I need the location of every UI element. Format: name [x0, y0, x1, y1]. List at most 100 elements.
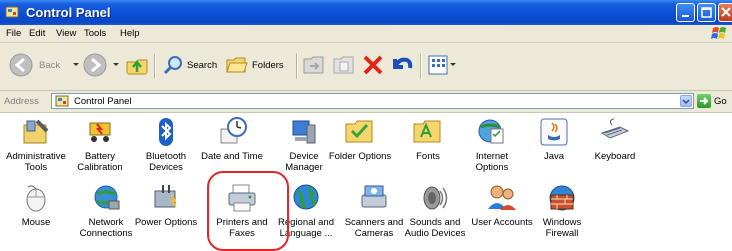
control-panel-item-sounds-and-audio-devices[interactable]: Sounds and Audio Devices: [403, 181, 467, 239]
control-panel-icon: [55, 95, 69, 107]
java-icon: [540, 118, 568, 146]
item-label-line2: Options: [475, 162, 509, 173]
minimize-button[interactable]: [676, 3, 695, 22]
control-panel-item-date-and-time[interactable]: Date and Time: [200, 115, 264, 162]
go-label[interactable]: Go: [714, 96, 727, 107]
keyboard-icon: [600, 118, 630, 139]
item-label-line2: Firewall: [545, 228, 579, 239]
item-label: Battery: [84, 151, 116, 162]
folders-icon: [226, 57, 248, 73]
views-icon[interactable]: [428, 55, 448, 75]
back-history-caret[interactable]: [73, 63, 79, 66]
item-label: Network: [88, 217, 124, 228]
menu-edit[interactable]: Edit: [29, 28, 45, 39]
move-to-icon[interactable]: [302, 54, 326, 76]
back-button[interactable]: Back: [6, 51, 66, 81]
search-button[interactable]: Search: [160, 51, 224, 81]
battery-icon: [89, 122, 111, 142]
highlight-annotation: [207, 171, 289, 251]
control-panel-item-device-manager[interactable]: Device Manager: [272, 115, 336, 173]
fonts-folder-icon: [413, 120, 441, 143]
item-label: User Accounts: [471, 217, 533, 228]
undo-icon[interactable]: [390, 53, 414, 77]
control-panel-item-folder-options[interactable]: Folder Options: [328, 115, 392, 162]
item-label-line2: Connections: [79, 228, 133, 239]
up-folder-icon[interactable]: [124, 52, 150, 78]
control-panel-item-power-options[interactable]: Power Options: [134, 181, 198, 228]
menu-view[interactable]: View: [56, 28, 76, 39]
speaker-icon: [423, 186, 448, 210]
control-panel-item-keyboard[interactable]: Keyboard: [583, 115, 647, 162]
globe-icon: [293, 184, 319, 210]
menu-help[interactable]: Help: [120, 28, 140, 39]
forward-arrow-icon[interactable]: [82, 52, 108, 78]
address-label: Address: [4, 96, 39, 107]
device-manager-icon: [292, 120, 316, 144]
power-options-icon: [154, 185, 177, 208]
toolbar-separator: [296, 53, 298, 79]
toolbar-separator: [420, 53, 422, 79]
menu-tools[interactable]: Tools: [84, 28, 106, 39]
forward-history-caret[interactable]: [113, 63, 119, 66]
address-input[interactable]: Control Panel: [51, 93, 694, 109]
clock-icon: [220, 117, 247, 144]
item-label: Folder Options: [328, 151, 392, 162]
control-panel-item-user-accounts[interactable]: User Accounts: [470, 181, 534, 228]
toolbar: Back Search Folders: [0, 43, 732, 91]
control-panel-item-windows-firewall[interactable]: Windows Firewall: [530, 181, 594, 239]
back-label: Back: [39, 60, 61, 71]
item-label: Scanners and: [344, 217, 404, 228]
delete-icon[interactable]: [362, 54, 384, 76]
copy-to-icon[interactable]: [332, 54, 356, 76]
search-icon: [163, 56, 182, 75]
item-label: Administrative: [6, 151, 66, 162]
internet-options-icon: [478, 119, 504, 144]
maximize-button[interactable]: [697, 3, 716, 22]
scanner-icon: [361, 185, 387, 208]
folders-label: Folders: [252, 60, 284, 71]
control-panel-item-bluetooth-devices[interactable]: Bluetooth Devices: [134, 115, 198, 173]
item-label: Date and Time: [201, 151, 263, 162]
control-panel-item-network-connections[interactable]: Network Connections: [74, 181, 138, 239]
item-label: Windows: [542, 217, 582, 228]
item-label-line2: Cameras: [354, 228, 394, 239]
control-panel-item-java[interactable]: Java: [522, 115, 586, 162]
folder-options-icon: [345, 120, 373, 143]
item-label-line2: Tools: [24, 162, 48, 173]
control-panel-item-administrative-tools[interactable]: Administrative Tools: [4, 115, 68, 173]
item-label: Power Options: [134, 217, 198, 228]
item-label: Internet: [475, 151, 509, 162]
views-caret[interactable]: [450, 63, 456, 66]
title-bar: Control Panel: [0, 0, 732, 25]
control-panel-icon: [5, 6, 19, 18]
search-label: Search: [187, 60, 218, 71]
bluetooth-icon: [159, 118, 173, 146]
control-panel-item-battery-calibration[interactable]: Battery Calibration: [68, 115, 132, 173]
item-label: Sounds and: [409, 217, 461, 228]
close-button[interactable]: [718, 3, 732, 22]
window-title: Control Panel: [26, 5, 111, 20]
control-panel-item-mouse[interactable]: Mouse: [4, 181, 68, 228]
users-icon: [488, 185, 516, 210]
firewall-icon: [549, 185, 575, 211]
chevron-down-icon: [682, 99, 690, 105]
folders-button[interactable]: Folders: [224, 51, 294, 81]
item-label-line2: Manager: [285, 162, 323, 173]
control-panel-item-internet-options[interactable]: Internet Options: [460, 115, 524, 173]
item-label: Bluetooth: [145, 151, 187, 162]
control-panel-item-fonts[interactable]: Fonts: [396, 115, 460, 162]
go-arrow-icon: [700, 97, 709, 105]
item-label: Mouse: [21, 217, 51, 228]
address-bar: Address Control Panel Go: [0, 91, 732, 113]
menu-file[interactable]: File: [6, 28, 21, 39]
item-label: Fonts: [416, 151, 440, 162]
control-panel-item-scanners-and-cameras[interactable]: Scanners and Cameras: [342, 181, 406, 239]
go-button[interactable]: [697, 94, 711, 108]
item-label: Device: [289, 151, 319, 162]
address-value: Control Panel: [74, 96, 132, 107]
back-arrow-icon: [9, 53, 33, 77]
address-dropdown-button[interactable]: [680, 95, 692, 107]
toolbar-separator: [154, 53, 156, 79]
network-icon: [94, 185, 120, 210]
item-label: Keyboard: [594, 151, 636, 162]
